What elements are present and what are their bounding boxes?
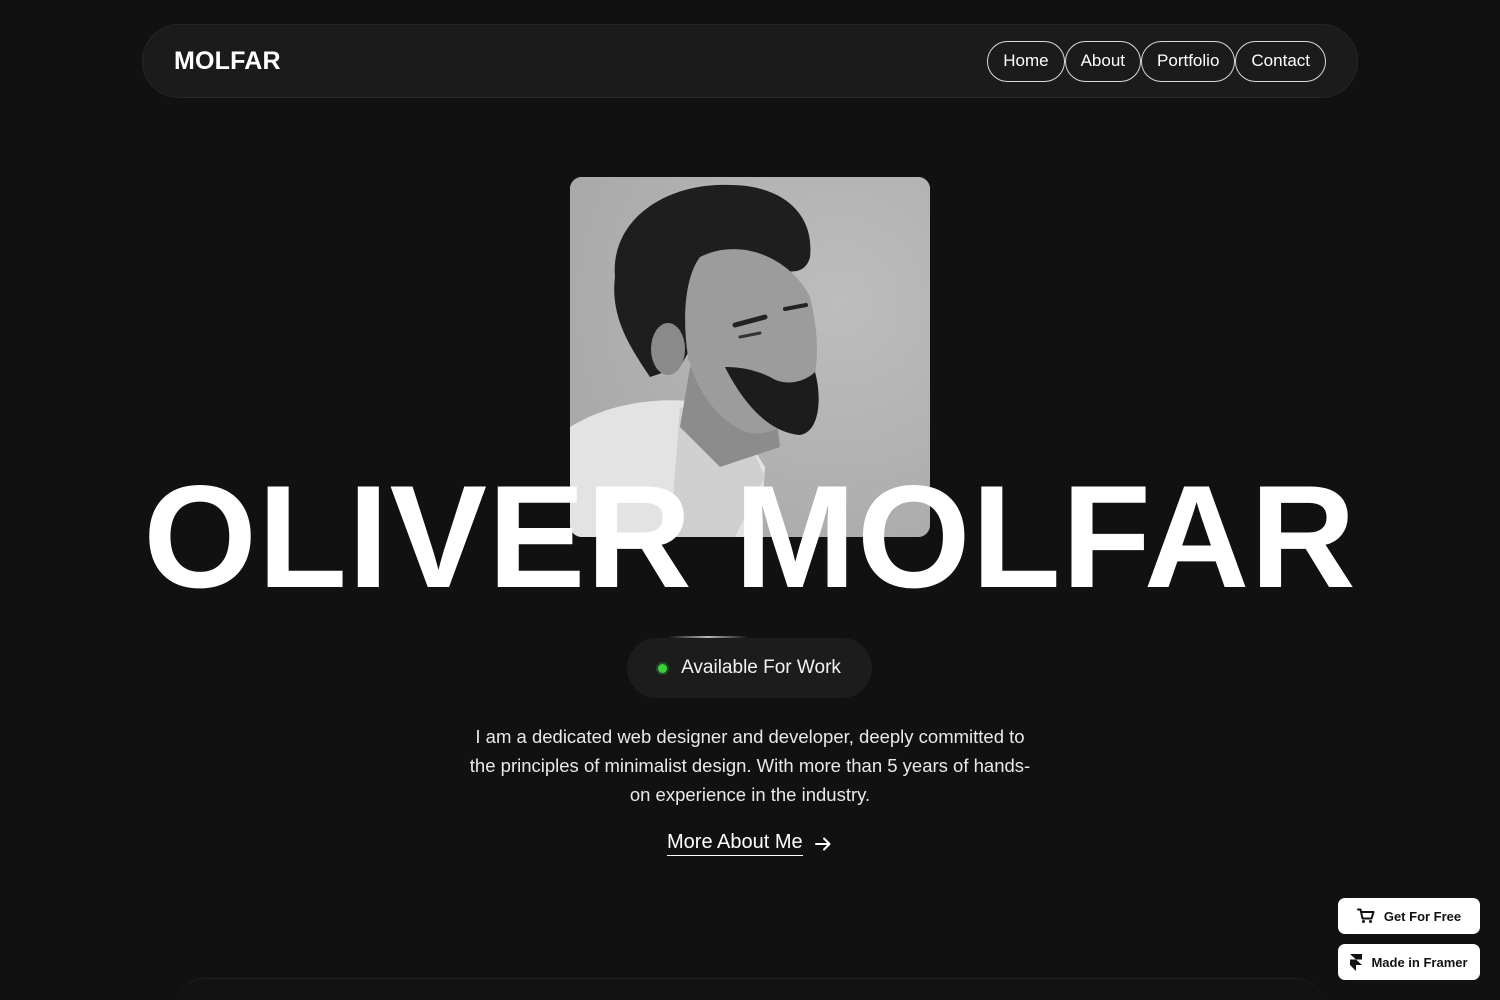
nav-about[interactable]: About xyxy=(1064,40,1142,82)
status-dot-icon xyxy=(658,663,668,673)
main-nav: Home About Portfolio Contact xyxy=(987,40,1326,82)
made-in-framer-button[interactable]: Made in Framer xyxy=(1338,944,1480,980)
made-in-framer-label: Made in Framer xyxy=(1371,954,1468,970)
get-for-free-label: Get For Free xyxy=(1383,908,1462,924)
availability-badge: Available For Work xyxy=(627,638,872,698)
get-for-free-button[interactable]: Get For Free xyxy=(1338,898,1480,934)
cart-icon xyxy=(1356,908,1375,923)
more-about-link[interactable]: More About Me xyxy=(667,831,833,856)
nav-home[interactable]: Home xyxy=(987,40,1065,82)
intro-paragraph: I am a dedicated web designer and develo… xyxy=(469,726,1031,805)
framer-logo-icon xyxy=(1350,953,1363,971)
top-navbar: MOLFAR Home About Portfolio Contact xyxy=(142,24,1358,98)
availability-text: Available For Work xyxy=(681,657,841,678)
arrow-right-icon xyxy=(814,837,831,850)
more-about-label: More About Me xyxy=(667,831,803,856)
hero-name: OLIVER MOLFAR xyxy=(143,455,1357,618)
brand-logo[interactable]: MOLFAR xyxy=(174,47,281,76)
nav-contact[interactable]: Contact xyxy=(1235,40,1326,82)
nav-portfolio[interactable]: Portfolio xyxy=(1141,40,1236,82)
next-section-card xyxy=(175,978,1325,1000)
